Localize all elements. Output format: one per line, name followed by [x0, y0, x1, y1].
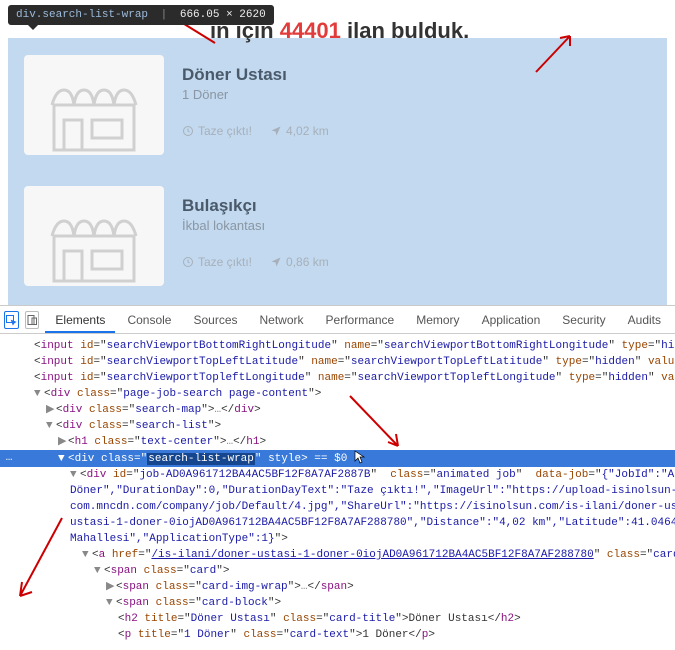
card-subtitle: 1 Döner — [182, 87, 329, 102]
dom-node-cont: ustasi-1-doner-0iojAD0A961712BA4AC5BF12F… — [0, 515, 675, 531]
location-icon — [270, 256, 282, 268]
card-subtitle: İkbal lokantası — [182, 218, 329, 233]
card-image — [24, 55, 164, 155]
card-title: Döner Ustası — [182, 65, 329, 85]
card-body: Döner Ustası 1 Döner Taze çıktı! 4,02 km — [164, 55, 329, 170]
dom-tree[interactable]: <input id="searchViewportBottomRightLong… — [0, 334, 675, 650]
tooltip-selector: div.search-list-wrap — [16, 9, 148, 21]
dom-node-selected[interactable]: … ▼<div class="search-list-wrap" style> … — [0, 450, 675, 467]
tab-sources[interactable]: Sources — [183, 307, 247, 333]
tooltip-dimensions: 666.05 × 2620 — [180, 9, 266, 21]
tab-console[interactable]: Console — [117, 307, 181, 333]
device-toolbar-icon[interactable] — [25, 311, 40, 329]
fresh-badge: Taze çıktı! — [182, 255, 252, 269]
dom-node[interactable]: ▶<div class="search-map">…</div> — [0, 402, 675, 418]
dom-node[interactable]: ▼<div class="search-list"> — [0, 418, 675, 434]
dom-node[interactable]: <input id="searchViewportBottomRightLong… — [0, 338, 675, 354]
dom-node-cont: Döner","DurationDay":0,"DurationDayText"… — [0, 483, 675, 499]
dom-node-cont: com.mncdn.com/company/job/Default/4.jpg"… — [0, 499, 675, 515]
fresh-badge: Taze çıktı! — [182, 124, 252, 138]
dom-node[interactable]: <input id="searchViewportTopLeftLatitude… — [0, 354, 675, 370]
clock-icon — [182, 256, 194, 268]
tab-network[interactable]: Network — [250, 307, 314, 333]
tab-elements[interactable]: Elements — [45, 307, 115, 333]
tab-audits[interactable]: Audits — [618, 307, 671, 333]
inspect-tooltip: div.search-list-wrap | 666.05 × 2620 — [8, 5, 274, 25]
card-body: Bulaşıkçı İkbal lokantası Taze çıktı! 0,… — [164, 186, 329, 301]
tab-memory[interactable]: Memory — [406, 307, 469, 333]
dom-node[interactable]: <h2 title="Döner Ustası" class="card-tit… — [0, 611, 675, 627]
location-icon — [270, 125, 282, 137]
dom-node[interactable]: ▼<div class="page-job-search page-conten… — [0, 386, 675, 402]
dom-node[interactable]: ▼<span class="card-block"> — [0, 595, 675, 611]
tab-security[interactable]: Security — [552, 307, 615, 333]
dom-node[interactable]: ▼<span class="card"> — [0, 563, 675, 579]
dom-node[interactable]: <input id="searchViewportTopleftLongitud… — [0, 370, 675, 386]
job-card[interactable]: Döner Ustası 1 Döner Taze çıktı! 4,02 km — [24, 55, 651, 170]
card-image — [24, 186, 164, 286]
mouse-cursor-icon — [354, 450, 366, 467]
job-card[interactable]: Bulaşıkçı İkbal lokantası Taze çıktı! 0,… — [24, 186, 651, 301]
page-preview: div.search-list-wrap | 666.05 × 2620 in … — [0, 0, 675, 305]
devtools-tabbar: Elements Console Sources Network Perform… — [0, 306, 675, 334]
clock-icon — [182, 125, 194, 137]
dom-node[interactable]: ▶<h1 class="text-center">…</h1> — [0, 434, 675, 450]
distance-badge: 0,86 km — [270, 255, 329, 269]
headline-count: 44401 — [280, 18, 341, 43]
distance-badge: 4,02 km — [270, 124, 329, 138]
storefront-icon — [44, 75, 144, 155]
dom-node[interactable]: ▼<div id="job-AD0A961712BA4AC5BF12F8A7AF… — [0, 467, 675, 483]
headline-suffix: ilan bulduk. — [341, 18, 469, 43]
dom-node-cont: Mahallesi","ApplicationType":1}"> — [0, 531, 675, 547]
devtools-panel: Elements Console Sources Network Perform… — [0, 305, 675, 650]
card-title: Bulaşıkçı — [182, 196, 329, 216]
storefront-icon — [44, 206, 144, 286]
dom-node[interactable]: ▶<span class="card-img-wrap">…</span> — [0, 579, 675, 595]
tab-application[interactable]: Application — [472, 307, 551, 333]
inspect-element-icon[interactable] — [4, 311, 19, 329]
dom-node[interactable]: <p title="1 Döner" class="card-text">1 D… — [0, 627, 675, 643]
dom-node[interactable]: ▼<a href="/is-ilani/doner-ustasi-1-doner… — [0, 547, 675, 563]
tab-performance[interactable]: Performance — [316, 307, 405, 333]
